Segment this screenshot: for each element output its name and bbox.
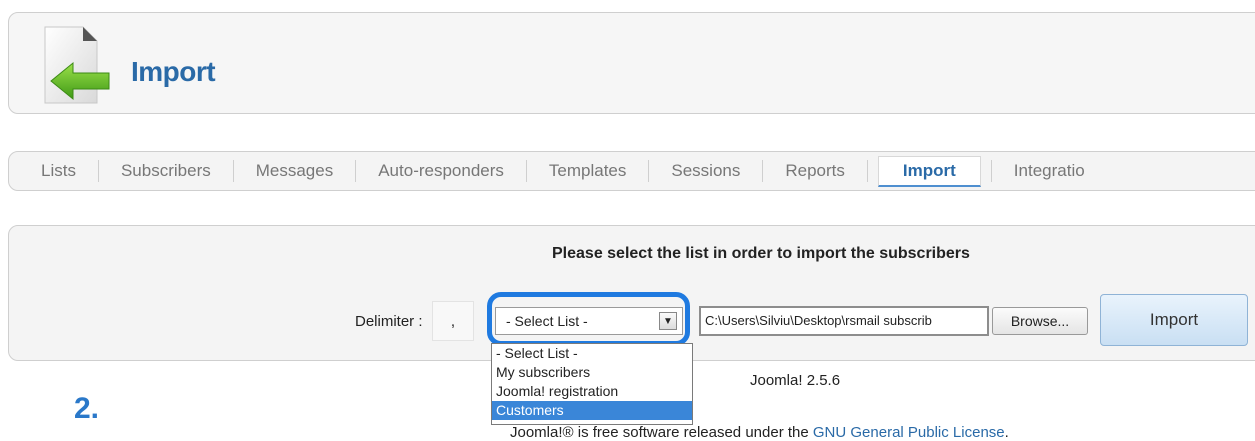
import-page-icon [31,23,115,107]
page-title: Import [131,56,216,87]
dropdown-option-joomla-registration[interactable]: Joomla! registration [492,382,692,401]
tab-integrations[interactable]: Integratio [1002,158,1097,184]
tab-divider [648,160,650,182]
tab-divider [97,160,99,182]
header-panel: Import [8,12,1255,114]
browse-button[interactable]: Browse... [992,307,1088,335]
delimiter-label: Delimiter : [355,313,423,330]
select-highlight-annotation [487,292,690,346]
dropdown-option-select-list[interactable]: - Select List - [492,344,692,363]
tab-sessions[interactable]: Sessions [659,158,752,184]
license-text: Joomla!® is free software released under… [510,424,1009,441]
license-suffix: . [1004,424,1009,441]
version-text: Joomla! 2.5.6 [750,372,841,389]
tab-reports[interactable]: Reports [773,158,857,184]
tab-lists[interactable]: Lists [29,158,88,184]
license-link[interactable]: GNU General Public License [813,424,1005,441]
tab-divider [355,160,357,182]
tab-divider [866,160,868,182]
tab-messages[interactable]: Messages [244,158,345,184]
tab-templates[interactable]: Templates [537,158,638,184]
import-heading: Please select the list in order to impor… [552,245,970,262]
step-number-annotation: 2. [74,392,100,425]
tab-divider [762,160,764,182]
tab-subscribers[interactable]: Subscribers [109,158,223,184]
dropdown-option-my-subscribers[interactable]: My subscribers [492,363,692,382]
license-prefix: Joomla!® is free software released under… [510,424,813,441]
tab-divider [525,160,527,182]
delimiter-input[interactable]: , [432,301,474,341]
file-path-input[interactable]: C:\Users\Silviu\Desktop\rsmail subscrib [699,306,989,336]
tab-bar: Lists Subscribers Messages Auto-responde… [8,151,1255,191]
tab-import[interactable]: Import [877,155,981,187]
import-button[interactable]: Import [1100,294,1248,346]
tab-divider [232,160,234,182]
tab-auto-responders[interactable]: Auto-responders [366,158,516,184]
tab-divider [990,160,992,182]
dropdown-option-customers[interactable]: Customers [492,401,692,420]
list-dropdown: - Select List - My subscribers Joomla! r… [491,343,693,425]
